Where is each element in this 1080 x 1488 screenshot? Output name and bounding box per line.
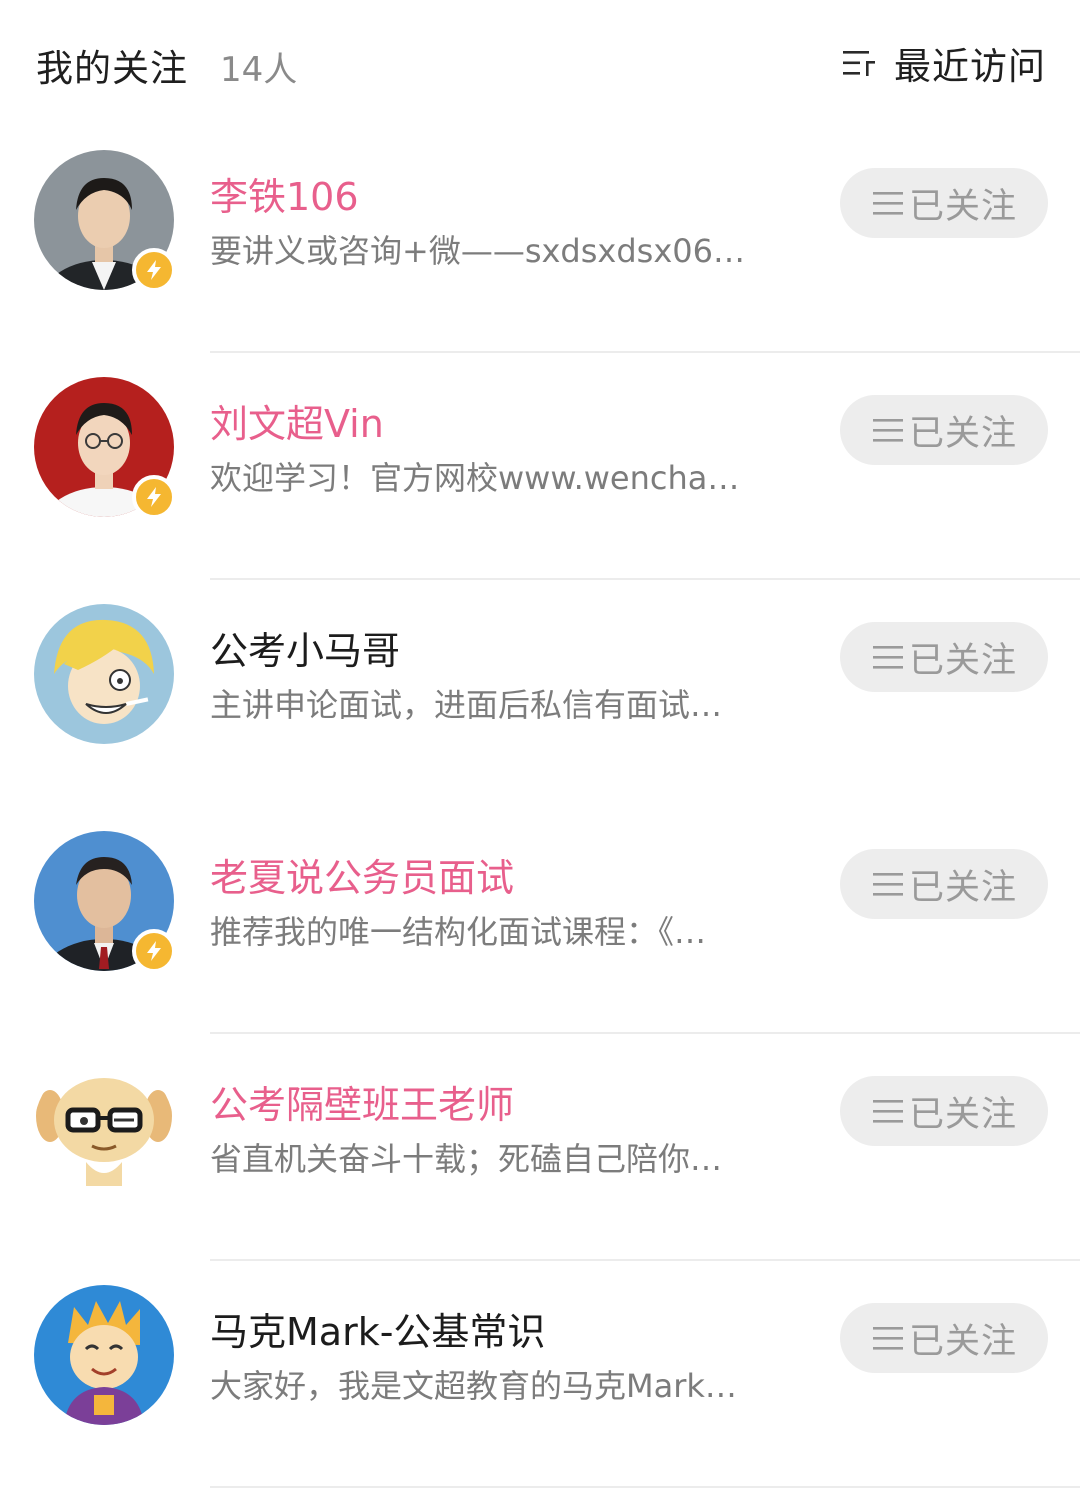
user-name[interactable]: 李铁106	[210, 166, 359, 221]
avatar[interactable]	[34, 1058, 174, 1198]
user-description: 主讲申论面试，进面后私信有面试…	[210, 686, 723, 724]
following-label: 已关注	[908, 186, 1017, 227]
menu-icon	[872, 646, 903, 669]
follow-list: 李铁106 要讲义或咨询+微——sxdsxdsx06… 已关注 刘文超Vin 欢…	[0, 126, 1080, 1488]
following-label: 已关注	[908, 867, 1017, 908]
following-button[interactable]: 已关注	[840, 1303, 1048, 1373]
user-name[interactable]: 刘文超Vin	[210, 393, 384, 448]
sort-icon	[843, 51, 875, 76]
follow-row[interactable]: 马克Mark-公基常识 大家好，我是文超教育的马克Mark… 已关注	[0, 1261, 1080, 1488]
following-button[interactable]: 已关注	[840, 622, 1048, 692]
verified-badge-icon	[132, 248, 176, 292]
following-label: 已关注	[908, 1321, 1017, 1362]
menu-icon	[872, 1100, 903, 1123]
user-description: 推荐我的唯一结构化面试课程：《…	[210, 913, 707, 951]
avatar[interactable]	[34, 1285, 174, 1425]
user-description: 省直机关奋斗十载；死磕自己陪你…	[210, 1140, 723, 1178]
follow-row[interactable]: 刘文超Vin 欢迎学习！官方网校www.wencha… 已关注	[0, 353, 1080, 580]
follow-row[interactable]: 李铁106 要讲义或咨询+微——sxdsxdsx06… 已关注	[0, 126, 1080, 353]
page-header: 我的关注 14人 最近访问	[0, 0, 1080, 126]
user-description: 大家好，我是文超教育的马克Mark…	[210, 1367, 737, 1405]
user-description: 欢迎学习！官方网校www.wencha…	[210, 459, 740, 497]
user-name[interactable]: 老夏说公务员面试	[210, 847, 514, 902]
verified-badge-icon	[132, 475, 176, 519]
page-title: 我的关注	[36, 47, 188, 90]
menu-icon	[872, 419, 903, 442]
follow-row[interactable]: 老夏说公务员面试 推荐我的唯一结构化面试课程：《… 已关注	[0, 807, 1080, 1034]
following-button[interactable]: 已关注	[840, 168, 1048, 238]
sort-label: 最近访问	[894, 45, 1046, 88]
following-label: 已关注	[908, 640, 1017, 681]
user-name[interactable]: 公考小马哥	[210, 620, 400, 675]
following-label: 已关注	[908, 1094, 1017, 1135]
follow-count: 14人	[220, 50, 298, 90]
sort-recent-visit-button[interactable]: 最近访问	[842, 38, 1046, 88]
avatar[interactable]	[34, 604, 174, 744]
user-description: 要讲义或咨询+微——sxdsxdsx06…	[210, 232, 745, 270]
following-button[interactable]: 已关注	[840, 1076, 1048, 1146]
menu-icon	[872, 192, 903, 215]
user-name[interactable]: 公考隔壁班王老师	[210, 1074, 514, 1129]
menu-icon	[872, 1327, 903, 1350]
following-label: 已关注	[908, 413, 1017, 454]
menu-icon	[872, 873, 903, 896]
following-button[interactable]: 已关注	[840, 849, 1048, 919]
verified-badge-icon	[132, 929, 176, 973]
follow-row[interactable]: 公考小马哥 主讲申论面试，进面后私信有面试… 已关注	[0, 580, 1080, 807]
user-name[interactable]: 马克Mark-公基常识	[210, 1301, 545, 1356]
follow-row[interactable]: 公考隔壁班王老师 省直机关奋斗十载；死磕自己陪你… 已关注	[0, 1034, 1080, 1261]
following-button[interactable]: 已关注	[840, 395, 1048, 465]
